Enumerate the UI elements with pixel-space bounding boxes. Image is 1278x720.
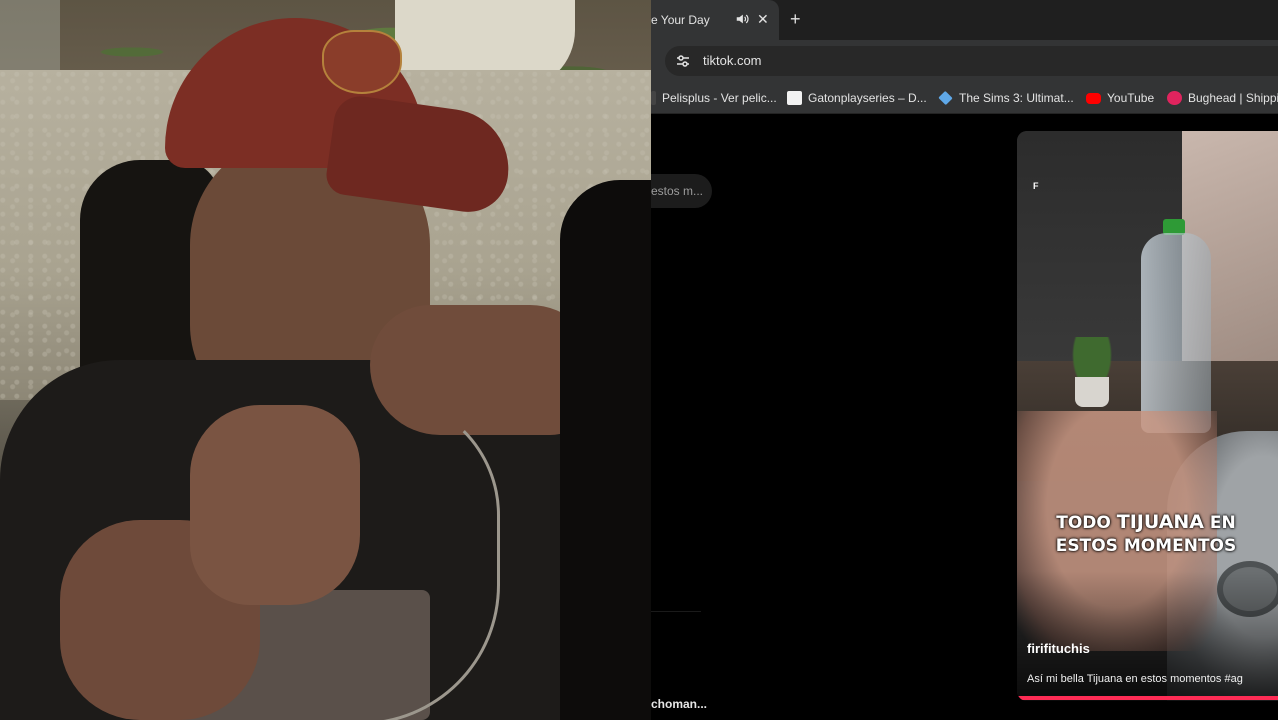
video-watermark-logo: F: [1033, 181, 1039, 191]
url-text: tiktok.com: [703, 53, 762, 68]
tab-active[interactable]: e Your Day ✕: [651, 0, 779, 40]
foreground-shadow: [560, 180, 651, 720]
caption-line-2: ESTOS MOMENTOS: [1055, 536, 1237, 556]
bookmarks-bar: Pelisplus - Ver pelic... Gatonplayseries…: [651, 82, 1278, 114]
bottom-username[interactable]: choman...: [651, 697, 707, 711]
caption-prefix: TODO: [1056, 513, 1117, 533]
bookmark-bughead[interactable]: Bughead | Shippin: [1167, 90, 1278, 106]
bookmark-pelisplus[interactable]: Pelisplus - Ver pelic...: [651, 90, 777, 106]
bookmark-sims3[interactable]: The Sims 3: Ultimat...: [938, 90, 1074, 106]
bookmark-label: YouTube: [1107, 91, 1155, 105]
bookmark-label: Gatonplayseries – D...: [808, 91, 927, 105]
address-bar[interactable]: tiktok.com: [665, 46, 1278, 76]
caption-line-1: TODO TIJUANA EN: [1017, 511, 1275, 535]
search-suggestion-chip[interactable]: estos m...: [651, 174, 712, 208]
video-author[interactable]: firifituchis: [1027, 641, 1090, 656]
caption-highlight: TIJUANA: [1116, 511, 1205, 533]
cap-badge: [322, 30, 402, 94]
video-player[interactable]: F TODO TIJUANA EN ESTOS MOMENTOS firifit…: [1017, 131, 1278, 701]
diamond-icon: [938, 90, 953, 106]
divider: [651, 611, 701, 612]
tab-strip: e Your Day ✕ +: [651, 0, 1278, 40]
bookmark-gatonplayseries[interactable]: Gatonplayseries – D...: [787, 90, 927, 106]
close-icon[interactable]: ✕: [757, 11, 769, 27]
video-caption: TODO TIJUANA EN ESTOS MOMENTOS: [1017, 511, 1275, 558]
tune-icon[interactable]: [675, 53, 691, 69]
youtube-icon: [1086, 92, 1101, 104]
speaker-icon[interactable]: [735, 12, 749, 26]
tab-title: e Your Day: [651, 13, 710, 27]
browser-window: e Your Day ✕ + tiktok.com Pelisplus - Ve…: [651, 0, 1278, 720]
cat-icon: [787, 91, 802, 105]
tiktok-page: estos m... choman... F TODO TIJUANA EN E…: [651, 114, 1278, 720]
video-scene-bottle: [1141, 233, 1211, 433]
bookmark-label: Pelisplus - Ver pelic...: [662, 91, 777, 105]
video-progress-bar[interactable]: [1017, 696, 1278, 700]
video-description[interactable]: Así mi bella Tijuana en estos momentos #…: [1027, 673, 1243, 685]
caption-suffix: EN: [1204, 513, 1236, 533]
webcam-feed: [0, 0, 651, 720]
fandom-icon: [1167, 91, 1182, 105]
bookmark-label: The Sims 3: Ultimat...: [959, 91, 1074, 105]
browser-toolbar: tiktok.com: [651, 40, 1278, 82]
bookmark-youtube[interactable]: YouTube: [1086, 90, 1154, 106]
video-scene-pot: [1075, 377, 1109, 407]
bookmark-label: Bughead | Shippin: [1188, 91, 1278, 105]
plus-icon[interactable]: +: [790, 7, 801, 31]
earphone-cable: [290, 395, 500, 720]
pelisplus-icon: [651, 91, 656, 105]
